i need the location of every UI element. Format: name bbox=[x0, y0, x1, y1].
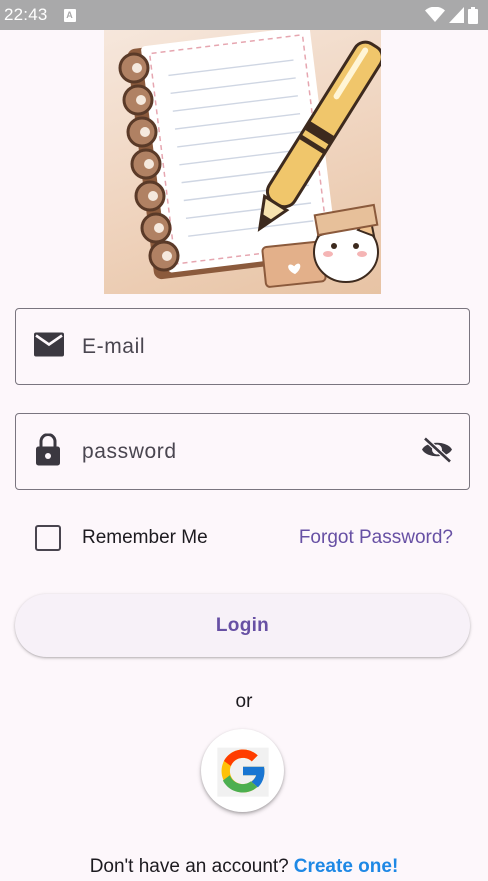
or-divider-label: or bbox=[235, 691, 253, 712]
email-icon bbox=[34, 332, 64, 361]
status-icons bbox=[425, 6, 478, 24]
remember-me-label[interactable]: Remember Me bbox=[82, 527, 208, 549]
battery-icon bbox=[468, 6, 478, 24]
lock-icon bbox=[36, 432, 60, 470]
email-placeholder: E-mail bbox=[82, 334, 146, 358]
status-time: 22:43 bbox=[4, 5, 48, 24]
google-logo-icon bbox=[216, 747, 269, 797]
forgot-password-link[interactable]: Forgot Password? bbox=[299, 527, 453, 549]
login-button[interactable]: Login bbox=[15, 594, 470, 657]
visibility-off-icon[interactable] bbox=[421, 436, 453, 467]
status-bar: 22:43 A bbox=[0, 0, 488, 30]
remember-me-row: Remember Me bbox=[35, 525, 208, 551]
google-sign-in-button[interactable] bbox=[201, 729, 284, 812]
password-placeholder: password bbox=[82, 439, 177, 463]
notebook-pen-illustration bbox=[118, 30, 381, 288]
email-field[interactable]: E-mail bbox=[15, 308, 470, 385]
hero-illustration bbox=[104, 30, 381, 294]
create-account-link[interactable]: Create one! bbox=[294, 856, 399, 877]
signup-prompt: Don't have an account? bbox=[89, 856, 289, 877]
wifi-icon bbox=[425, 7, 445, 22]
remember-me-checkbox[interactable] bbox=[35, 525, 61, 551]
signal-icon bbox=[449, 7, 464, 23]
accessibility-notification-icon: A bbox=[63, 8, 76, 22]
password-field[interactable]: password bbox=[15, 413, 470, 490]
signup-row: Don't have an account? Create one! bbox=[0, 856, 488, 878]
login-button-label: Login bbox=[215, 614, 270, 636]
